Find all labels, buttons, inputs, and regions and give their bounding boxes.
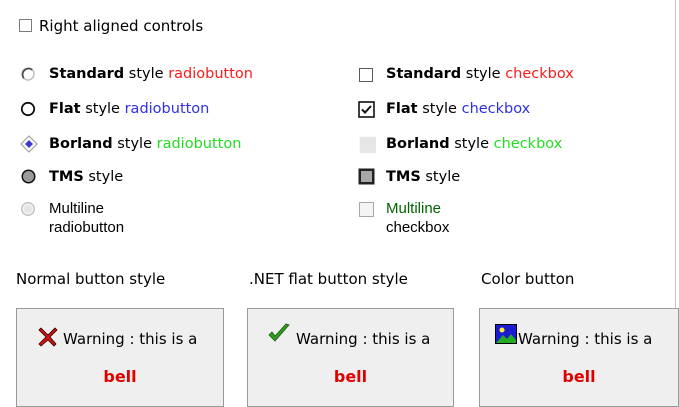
checkbox-standard-bold: Standard [386,66,462,82]
checkbox-tms-mid: style [420,169,461,185]
right-aligned-checkbox[interactable]: Right aligned controls [10,15,260,37]
radio-tms-icon [21,169,36,184]
radio-flat[interactable]: Flat style radiobutton [20,98,340,122]
checkbox-tms-icon [358,168,375,185]
checkbox-flat[interactable]: Flat style checkbox [358,98,658,122]
checkbox-multiline-line1: Multiline [386,200,442,217]
caption-normal-button-style: Normal button style [16,270,166,288]
checkbox-flat-mid: style [417,101,462,117]
checkbox-tms[interactable]: TMS style [358,166,658,190]
checkbox-standard-colored: checkbox [505,66,574,82]
checkbox-multiline-line2: checkbox [386,219,450,236]
color-button-bell: bell [562,367,596,386]
caption-netflat-button-style: .NET flat button style [249,270,408,288]
radio-standard-colored: radiobutton [168,66,253,82]
radio-flat-icon [20,101,36,117]
radio-multiline-icon [21,202,35,216]
radio-flat-mid: style [80,101,125,117]
checkbox-multiline[interactable]: Multiline checkbox [358,198,658,242]
radio-borland-diamond-icon [20,135,38,153]
checkbox-borland-box[interactable] [359,136,376,153]
radio-standard-icon [21,67,35,81]
color-button-text: Warning : this is a [518,330,653,348]
checkbox-multiline-box[interactable] [359,202,374,217]
checkbox-borland[interactable]: Borland style checkbox [358,133,658,157]
normal-button-text: Warning : this is a [63,330,198,348]
checkbox-standard[interactable]: Standard style checkbox [358,63,658,87]
radio-standard[interactable]: Standard style radiobutton [20,63,340,87]
color-button[interactable]: Warning : this is a bell [479,308,679,407]
normal-button-bell: bell [103,367,137,386]
right-aligned-label: Right aligned controls [39,17,204,35]
checkbox-flat-colored: checkbox [461,101,531,117]
radio-standard-bold: Standard [49,66,125,82]
checkbox-flat-checked-icon [358,101,375,118]
radio-flat-bold: Flat [49,101,81,117]
radio-standard-mid: style [124,66,169,82]
radio-tms[interactable]: TMS style [20,166,340,190]
radio-borland-colored: radiobutton [156,136,242,152]
radio-flat-colored: radiobutton [124,101,210,117]
right-aligned-box[interactable] [19,19,32,32]
checkbox-flat-bold: Flat [386,101,418,117]
checkbox-standard-mid: style [461,66,506,82]
netflat-style-button[interactable]: Warning : this is a bell [247,308,454,407]
checkbox-standard-box[interactable] [359,68,373,82]
checkbox-borland-bold: Borland [386,136,450,152]
netflat-button-bell: bell [333,367,368,386]
checkbox-borland-mid: style [449,136,494,152]
checkbox-borland-colored: checkbox [493,136,563,152]
radio-multiline-line2: radiobutton [49,219,125,236]
radio-borland[interactable]: Borland style radiobutton [20,133,340,157]
radio-borland-mid: style [112,136,157,152]
radio-tms-bold: TMS [49,169,84,185]
normal-style-button[interactable]: Warning : this is a bell [16,308,224,407]
netflat-button-text: Warning : this is a [296,330,431,348]
radio-multiline-line1: Multiline [49,200,105,217]
checkbox-tms-bold: TMS [386,169,421,185]
caption-color-button: Color button [481,270,575,288]
radio-multiline[interactable]: Multiline radiobutton [20,198,340,242]
radio-tms-mid: style [83,169,124,185]
radio-borland-bold: Borland [49,136,113,152]
